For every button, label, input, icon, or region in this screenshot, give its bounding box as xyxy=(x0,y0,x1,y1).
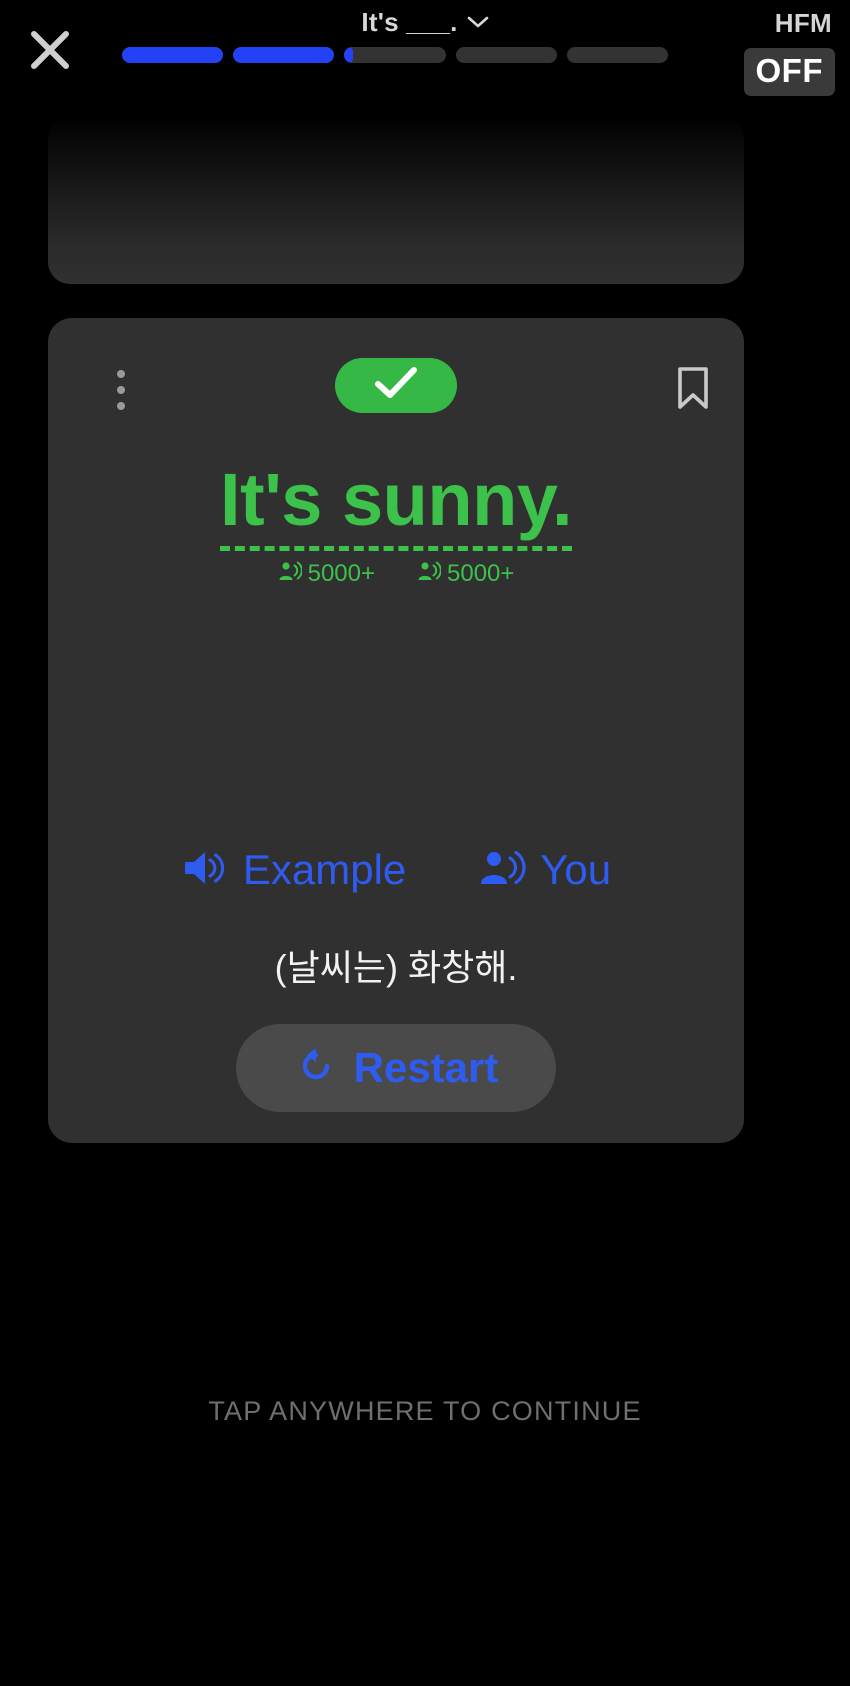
person-speaking-icon xyxy=(278,560,303,588)
lesson-title-dropdown[interactable]: It's ___. xyxy=(0,6,850,38)
example-audio-label: Example xyxy=(242,846,407,893)
person-speaking-icon xyxy=(478,847,526,894)
card-toolbar xyxy=(48,318,744,438)
progress-segment xyxy=(122,47,224,63)
usage-chip: 5000+ xyxy=(278,560,375,588)
close-x-icon xyxy=(28,28,72,72)
speaker-icon xyxy=(181,847,229,894)
restart-rotate-icon xyxy=(294,1044,338,1093)
more-vertical-icon xyxy=(117,386,125,394)
progress-segment xyxy=(344,47,446,63)
usage-count: 5000+ xyxy=(307,560,375,587)
progress-segment xyxy=(566,47,669,63)
hfm-label: HFM xyxy=(774,8,832,38)
play-example-audio-button[interactable]: Example xyxy=(181,846,406,894)
close-button[interactable] xyxy=(22,22,78,78)
your-recording-label: You xyxy=(540,846,612,893)
restart-label: Restart xyxy=(353,1044,499,1091)
header-bar: It's ___. HFM OFF xyxy=(0,0,850,112)
progress-segment xyxy=(233,47,335,63)
audio-controls-row: Example You xyxy=(48,846,744,894)
more-options-button[interactable] xyxy=(104,366,138,414)
restart-button[interactable]: Restart xyxy=(236,1024,556,1112)
answer-sentence[interactable]: It's sunny. xyxy=(220,458,573,551)
person-speaking-icon xyxy=(417,560,442,588)
usage-frequency-row: 5000+ 5000+ xyxy=(48,560,744,588)
correct-status-pill[interactable] xyxy=(335,358,457,413)
app-root: It's ___. HFM OFF It's sunny. 5000+ 5000… xyxy=(0,0,850,1686)
bookmark-button[interactable] xyxy=(670,364,716,416)
lesson-progress-bar xyxy=(122,47,669,63)
progress-segment xyxy=(455,47,557,63)
chevron-down-icon xyxy=(467,15,489,34)
more-vertical-icon xyxy=(117,402,125,410)
answer-block: It's sunny. 5000+ 5000+ xyxy=(48,458,744,588)
usage-chip: 5000+ xyxy=(417,560,514,588)
translation-text: (날씨는) 화창해. xyxy=(274,947,518,988)
usage-count: 5000+ xyxy=(447,560,515,587)
previous-card[interactable] xyxy=(48,117,744,284)
more-vertical-icon xyxy=(117,370,125,378)
bookmark-outline-icon xyxy=(675,365,711,416)
tap-to-continue-hint[interactable]: TAP ANYWHERE TO CONTINUE xyxy=(0,1396,850,1427)
check-icon xyxy=(372,364,420,407)
lesson-title: It's ___. xyxy=(361,7,458,37)
hfm-toggle-button[interactable]: OFF xyxy=(743,48,835,96)
play-your-recording-button[interactable]: You xyxy=(478,846,611,894)
answer-card: It's sunny. 5000+ 5000+ Example You (날씨는… xyxy=(48,318,744,1143)
